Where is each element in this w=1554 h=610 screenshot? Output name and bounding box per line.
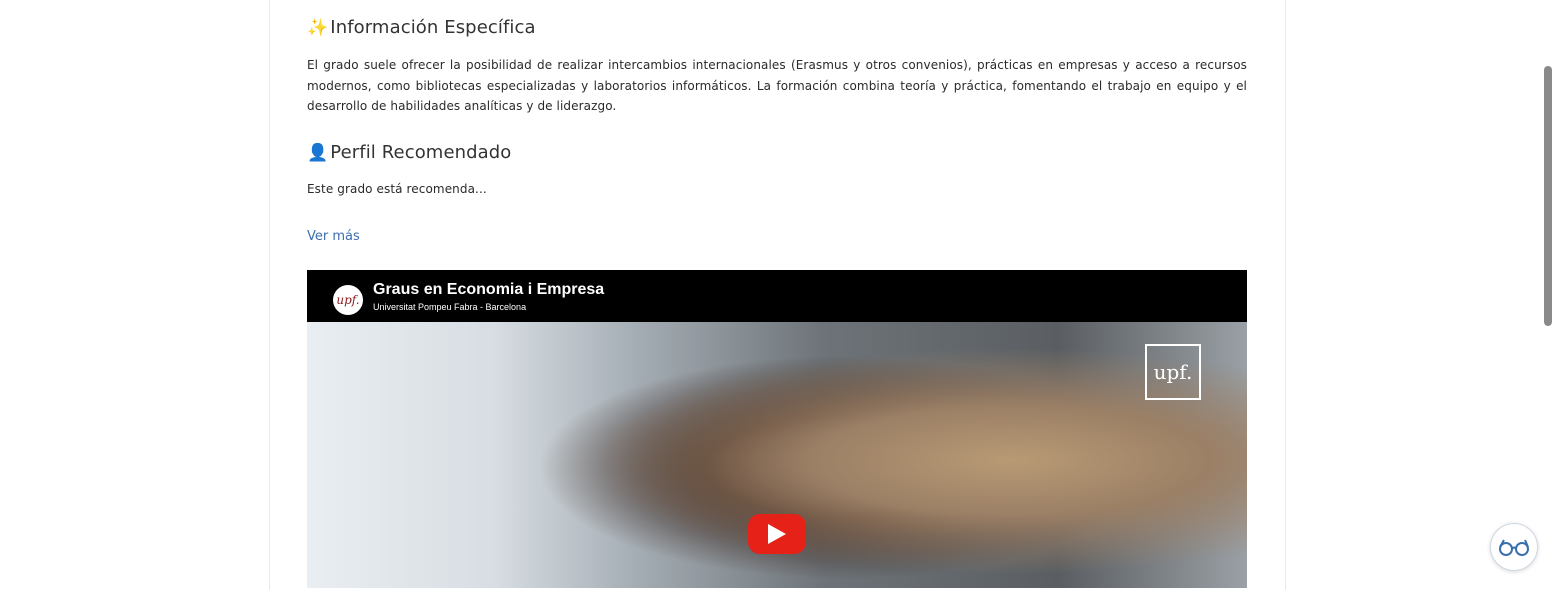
reading-glasses-icon[interactable]: [1490, 523, 1538, 571]
channel-logo[interactable]: upf.: [333, 285, 363, 315]
section-text-profile: Este grado está recomenda...: [307, 182, 487, 196]
sparkles-icon: ✨: [307, 17, 329, 38]
upf-watermark: upf.: [1145, 344, 1201, 400]
section-heading-info: ✨ Información Específica: [307, 17, 536, 38]
section-title-profile: Perfil Recomendado: [330, 142, 512, 163]
youtube-play-icon[interactable]: [748, 514, 806, 554]
video-title-bar: upf. Graus en Economia i Empresa Univers…: [307, 270, 1247, 322]
section-text-info: El grado suele ofrecer la posibilidad de…: [307, 58, 1247, 113]
section-title-info: Información Específica: [330, 17, 536, 38]
person-icon: 👤: [307, 142, 329, 163]
scrollbar-thumb[interactable]: [1544, 66, 1552, 326]
video-title[interactable]: Graus en Economia i Empresa: [373, 281, 604, 299]
video-channel-name: Universitat Pompeu Fabra - Barcelona: [373, 302, 527, 312]
section-heading-profile: 👤 Perfil Recomendado: [307, 142, 511, 163]
see-more-link[interactable]: Ver más: [307, 229, 360, 244]
youtube-video-player[interactable]: upf. Graus en Economia i Empresa Univers…: [307, 270, 1247, 588]
